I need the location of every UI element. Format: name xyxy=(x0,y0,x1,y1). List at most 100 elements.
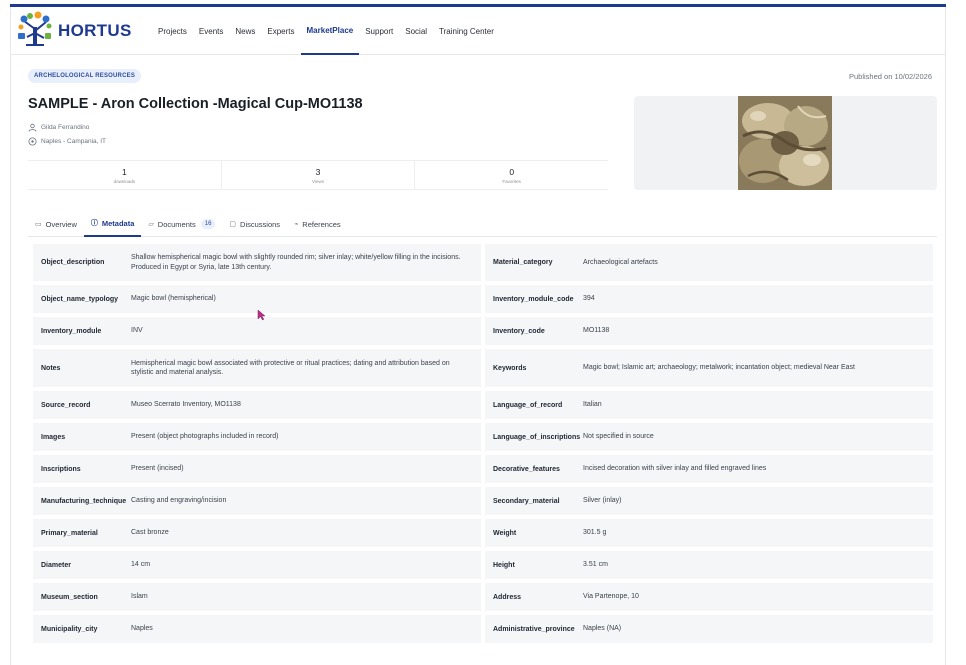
metadata-key: Source_record xyxy=(41,401,91,409)
metadata-cell: Language_of_record Italian xyxy=(485,391,933,419)
tab-label: Overview xyxy=(45,219,77,229)
metadata-key: Inventory_code xyxy=(493,327,545,335)
metadata-value: Silver (inlay) xyxy=(583,497,622,505)
tab-documents[interactable]: ▱ Documents 16 xyxy=(141,212,222,237)
link-icon: ⌁ xyxy=(294,221,299,228)
metadata-row: Museum_section Islam Address Via Partenope… xyxy=(33,583,933,611)
tab-references[interactable]: ⌁ References xyxy=(287,212,348,237)
metadata-key: Images xyxy=(41,433,66,441)
metadata-cell: Object_description Shallow hemispherical … xyxy=(33,244,481,281)
metadata-cell: Keywords Magic bowl; Islamic art; archaeo… xyxy=(485,349,933,387)
metadata-row: Inventory_module INV Inventory_code MO1138 xyxy=(33,317,933,345)
page-title: SAMPLE - Aron Collection -Magical Cup-MO… xyxy=(28,96,363,112)
nav-item-social[interactable]: Social xyxy=(399,7,433,55)
metadata-key: Language_of_record xyxy=(493,401,563,409)
stat-label: downloads xyxy=(113,178,136,184)
metadata-row: Notes Hemispherical magic bowl associated… xyxy=(33,349,933,387)
location-text: Naples - Campania, IT xyxy=(41,138,107,145)
stat-label: Views xyxy=(312,178,324,184)
metadata-key: Inscriptions xyxy=(41,465,81,473)
metadata-key: Museum_section xyxy=(41,593,98,601)
tab-label: Metadata xyxy=(101,218,135,228)
tab-overview[interactable]: ▭ Overview xyxy=(28,212,84,237)
metadata-key: Municipality_city xyxy=(41,625,98,633)
stat-label: Favorites xyxy=(502,178,521,184)
metadata-key: Inventory_module xyxy=(41,327,102,335)
info-icon: ⓘ xyxy=(90,220,98,227)
location-line: Naples - Campania, IT xyxy=(28,137,106,146)
metadata-cell: Address Via Partenope, 10 xyxy=(485,583,933,611)
metadata-row: Source_record Museo Scerrato Inventory, M… xyxy=(33,391,933,419)
folder-icon: ▱ xyxy=(148,221,154,228)
metadata-cell: Municipality_city Naples xyxy=(33,615,481,643)
metadata-value: Archaeological artefacts xyxy=(583,258,658,266)
nav-item-events[interactable]: Events xyxy=(193,7,229,55)
category-badge[interactable]: ARCHELOLOGICAL RESOURCES xyxy=(28,69,142,83)
metadata-value: Incised decoration with silver inlay and… xyxy=(583,465,767,473)
metadata-cell: Inventory_code MO1138 xyxy=(485,317,933,345)
metadata-key: Height xyxy=(493,561,515,569)
location-pin-icon xyxy=(28,137,37,146)
metadata-cell: Weight 301.5 g xyxy=(485,519,933,547)
metadata-value: Not specified in source xyxy=(583,433,654,441)
published-date: Published on 10/02/2026 xyxy=(849,72,932,81)
metadata-cell: Source_record Museo Scerrato Inventory, M… xyxy=(33,391,481,419)
metadata-key: Secondary_material xyxy=(493,497,560,505)
top-navigation: HORTUS Projects Events News Experts Mark… xyxy=(10,7,946,55)
author-name[interactable]: Gilda Ferrandino xyxy=(41,124,89,131)
metadata-value: 14 cm xyxy=(131,561,151,569)
stat-value: 0 xyxy=(509,166,515,177)
metadata-value: Shallow hemispherical magic bowl with sl… xyxy=(131,254,461,271)
brand-name: HORTUS xyxy=(58,21,132,40)
hortus-logo[interactable]: HORTUS xyxy=(16,11,132,51)
doc-icon: ▭ xyxy=(35,221,42,228)
author-line: Gilda Ferrandino xyxy=(28,123,89,132)
metadata-cell: Inscriptions Present (incised) xyxy=(33,455,481,483)
nav-item-experts[interactable]: Experts xyxy=(261,7,300,55)
nav-item-news[interactable]: News xyxy=(229,7,261,55)
metadata-cell: Decorative_features Incised decoration wi… xyxy=(485,455,933,483)
metadata-value: Museo Scerrato Inventory, MO1138 xyxy=(131,401,241,409)
metadata-value: Naples xyxy=(131,625,153,633)
metadata-cell: Diameter 14 cm xyxy=(33,551,481,579)
nav-item-support[interactable]: Support xyxy=(359,7,399,55)
metadata-row: Primary_material Cast bronze Weight 301.5 … xyxy=(33,519,933,547)
metadata-key: Weight xyxy=(493,529,517,537)
metadata-key: Keywords xyxy=(493,364,527,372)
detail-tabs: ▭ Overview ⓘ Metadata ▱ Documents 16 ▢ D… xyxy=(28,212,937,237)
metadata-value: 301.5 g xyxy=(583,529,607,537)
metadata-key: Decorative_features xyxy=(493,465,560,473)
metadata-value: INV xyxy=(131,327,143,335)
metadata-key: Language_of_inscriptions xyxy=(493,433,581,441)
tab-label: Documents xyxy=(157,219,196,229)
metadata-cell: Notes Hemispherical magic bowl associated… xyxy=(33,349,481,387)
metadata-value: Magic bowl (hemispherical) xyxy=(131,295,216,303)
metadata-cell: Inventory_module_code 394 xyxy=(485,285,933,313)
metadata-value: Present (object photographs included in … xyxy=(131,433,279,441)
metadata-value: Present (incised) xyxy=(131,465,184,473)
tab-discussions[interactable]: ▢ Discussions xyxy=(222,212,287,237)
metadata-value: 394 xyxy=(583,295,595,303)
metadata-row: Object_description Shallow hemispherical … xyxy=(33,244,933,281)
metadata-value: Islam xyxy=(131,593,148,601)
metadata-row: Municipality_city Naples Administrative_p… xyxy=(33,615,933,643)
metadata-key: Material_category xyxy=(493,259,553,266)
stat-favorites[interactable]: 0 Favorites xyxy=(415,161,608,189)
metadata-key: Object_name_typology xyxy=(41,295,119,303)
nav-item-marketplace[interactable]: MarketPlace xyxy=(300,7,360,55)
tree-logo-icon xyxy=(16,11,54,52)
metadata-value: MO1138 xyxy=(583,327,610,335)
nav-menu: Projects Events News Experts MarketPlace… xyxy=(152,7,500,55)
object-photo[interactable] xyxy=(738,96,832,190)
nav-item-projects[interactable]: Projects xyxy=(152,7,193,55)
metadata-row: Object_name_typology Magic bowl (hemisphe… xyxy=(33,285,933,313)
metadata-value: Via Partenope, 10 xyxy=(583,593,639,601)
metadata-cell: Height 3.51 cm xyxy=(485,551,933,579)
metadata-cell: Museum_section Islam xyxy=(33,583,481,611)
metadata-key: Administrative_province xyxy=(493,625,575,633)
mouse-cursor-icon xyxy=(257,308,266,326)
metadata-key: Address xyxy=(493,593,522,601)
tab-metadata[interactable]: ⓘ Metadata xyxy=(83,212,142,237)
nav-item-training-center[interactable]: Training Center xyxy=(433,7,500,55)
metadata-value: 3.51 cm xyxy=(583,561,608,569)
